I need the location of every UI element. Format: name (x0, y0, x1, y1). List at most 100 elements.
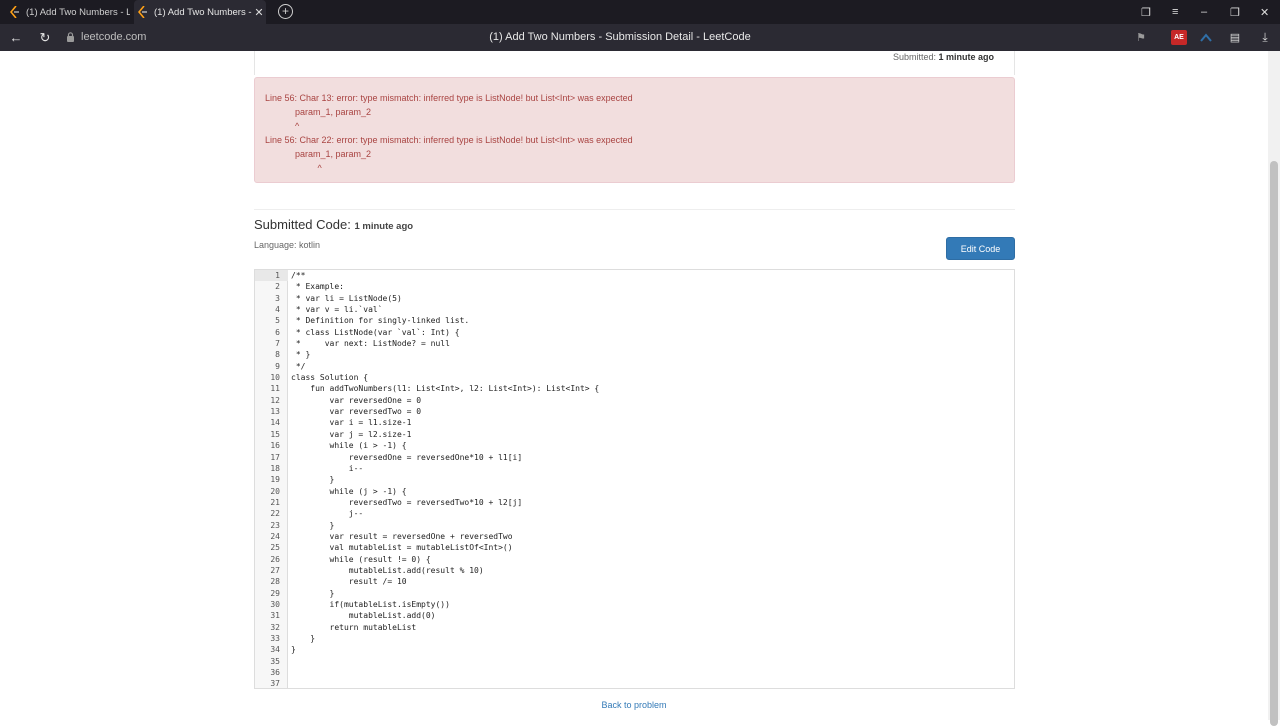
code-line: 1/** (255, 270, 1014, 282)
code-text: val mutableList = mutableListOf<Int>() (291, 543, 513, 553)
line-number: 3 (275, 293, 280, 303)
code-text: mutableList.add(0) (291, 611, 436, 621)
code-line: 30 if(mutableList.isEmpty()) (255, 599, 1014, 610)
code-text: i-- (291, 463, 364, 473)
code-line: 32 return mutableList (255, 622, 1014, 633)
code-text: var i = l1.size-1 (291, 418, 412, 428)
extension-puzzle-icon[interactable] (1200, 30, 1212, 45)
error-line: param_1, param_2 (265, 107, 372, 117)
back-to-problem-link[interactable]: Back to problem (0, 700, 1268, 710)
code-text: result /= 10 (291, 577, 407, 587)
code-text: * } (291, 350, 311, 360)
code-line: 2 * Example: (255, 281, 1014, 292)
code-text: } (291, 588, 335, 598)
code-line: 8 * } (255, 349, 1014, 360)
line-number: 16 (270, 441, 280, 451)
line-number: 13 (270, 407, 280, 417)
submitted-code-heading: Submitted Code: 1 minute ago (254, 217, 413, 232)
code-text: var reversedTwo = 0 (291, 407, 422, 417)
code-line: 23 } (255, 520, 1014, 531)
line-number: 24 (270, 531, 280, 541)
language-label: Language: kotlin (254, 240, 321, 250)
code-line: 6 * class ListNode(var `val`: Int) { (255, 327, 1014, 338)
menu-icon[interactable]: ≡ (1172, 0, 1178, 24)
line-number: 21 (270, 497, 280, 507)
code-line: 25 val mutableList = mutableListOf<Int>(… (255, 542, 1014, 553)
browser-tab-strip: (1) Add Two Numbers - Le (1) Add Two Num… (0, 0, 1280, 24)
extension-icon[interactable]: AE (1171, 30, 1187, 45)
line-number: 15 (270, 429, 280, 439)
page-scrollbar[interactable] (1268, 51, 1280, 726)
code-text: reversedTwo = reversedTwo*10 + l2[j] (291, 497, 523, 507)
code-text: * var li = ListNode(5) (291, 293, 402, 303)
minimize-icon[interactable]: – (1201, 0, 1207, 24)
code-line: 11 fun addTwoNumbers(l1: List<Int>, l2: … (255, 383, 1014, 394)
code-line: 35 (255, 656, 1014, 667)
code-line: 31 mutableList.add(0) (255, 610, 1014, 621)
code-line: 17 reversedOne = reversedOne*10 + l1[i] (255, 452, 1014, 463)
code-line: 12 var reversedOne = 0 (255, 395, 1014, 406)
line-number: 27 (270, 565, 280, 575)
line-number: 12 (270, 395, 280, 405)
line-number: 17 (270, 452, 280, 462)
page-content: Submitted: 1 minute ago Line 56: Char 13… (0, 51, 1268, 720)
code-line: 4 * var v = li.`val` (255, 304, 1014, 315)
download-icon[interactable]: ⤓ (1259, 30, 1271, 45)
code-lines: 1/** 2 * Example: 3 * var li = ListNode(5)… (255, 270, 1014, 689)
code-line: 34} (255, 644, 1014, 655)
line-number: 29 (270, 588, 280, 598)
code-text: * var next: ListNode? = null (291, 339, 450, 349)
submitted-info: Submitted: 1 minute ago (893, 52, 994, 62)
line-number: 1 (255, 270, 288, 282)
line-number: 26 (270, 554, 280, 564)
code-line: 36 (255, 667, 1014, 678)
code-text: } (291, 634, 316, 643)
edit-code-button[interactable]: Edit Code (946, 237, 1015, 260)
close-window-icon[interactable]: ✕ (1260, 0, 1269, 24)
code-line: 19 } (255, 474, 1014, 485)
submitted-label: Submitted: (892, 52, 936, 62)
code-text: } (291, 520, 335, 530)
error-line: Line 56: Char 13: error: type mismatch: … (265, 93, 633, 103)
code-text: * Example: (291, 282, 344, 292)
code-line: 37 (255, 678, 1014, 689)
line-number: 22 (270, 509, 280, 519)
code-line: 7 * var next: ListNode? = null (255, 338, 1014, 349)
line-number: 6 (275, 327, 280, 337)
divider (254, 209, 1015, 210)
scrollbar-thumb[interactable] (1270, 161, 1278, 726)
browser-tab-active[interactable]: (1) Add Two Numbers - ✕ (134, 0, 266, 24)
code-line: 33 } (255, 633, 1014, 644)
browser-tab[interactable]: (1) Add Two Numbers - Le (6, 0, 130, 24)
bookmark-icon[interactable]: ⚑ (1136, 30, 1146, 45)
code-text: j-- (291, 509, 364, 519)
code-viewer[interactable]: 1/** 2 * Example: 3 * var li = ListNode(5)… (254, 269, 1015, 689)
error-line: ^ (265, 163, 322, 173)
code-text: * class ListNode(var `val`: Int) { (291, 327, 460, 337)
code-line: 15 var j = l2.size-1 (255, 429, 1014, 440)
line-number: 32 (270, 622, 280, 632)
new-tab-icon[interactable]: + (278, 4, 293, 19)
tab-overview-icon[interactable]: ❐ (1141, 0, 1151, 24)
line-number: 30 (270, 599, 280, 609)
close-tab-icon[interactable]: ✕ (252, 6, 266, 19)
reader-view-icon[interactable]: ▤ (1229, 30, 1241, 45)
code-line: 26 while (result != 0) { (255, 554, 1014, 565)
line-number: 37 (270, 679, 280, 689)
line-number: 19 (270, 475, 280, 485)
compile-error-box: Line 56: Char 13: error: type mismatch: … (254, 77, 1015, 183)
maximize-icon[interactable]: ❐ (1230, 0, 1240, 24)
line-number: 2 (275, 282, 280, 292)
line-number: 7 (275, 339, 280, 349)
line-number: 33 (270, 634, 280, 643)
tab-title: (1) Add Two Numbers - (154, 6, 252, 18)
line-number: 25 (270, 543, 280, 553)
leetcode-favicon-icon (138, 6, 147, 18)
window-title: (1) Add Two Numbers - Submission Detail … (489, 31, 751, 43)
line-number: 4 (275, 305, 280, 315)
line-number: 5 (275, 316, 280, 326)
line-number: 31 (270, 611, 280, 621)
code-line: 21 reversedTwo = reversedTwo*10 + l2[j] (255, 497, 1014, 508)
